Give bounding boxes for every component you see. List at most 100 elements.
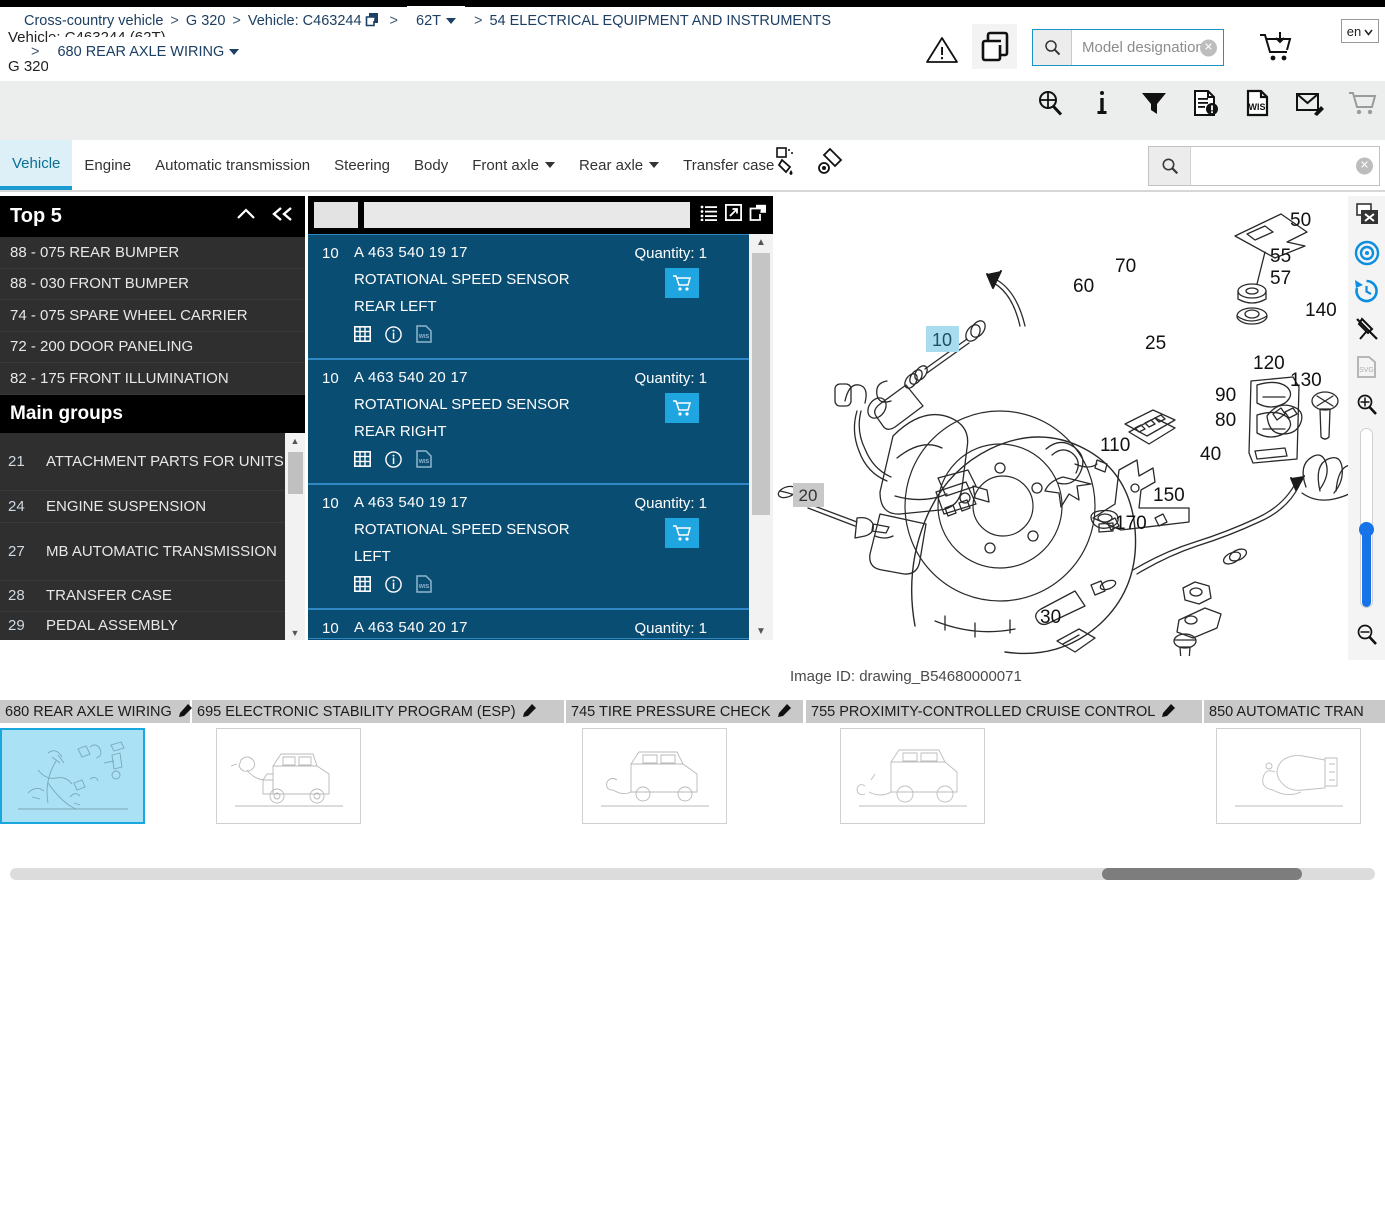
breadcrumb-dropdown-62t[interactable]: 62T [407,6,465,37]
thumbnail-cell-3[interactable]: 755 PROXIMITY-CONTROLLED CRUISE CONTROL [806,700,1202,824]
cart-icon[interactable] [1347,88,1377,118]
parts-row-1[interactable]: 10 A 463 540 20 17 ROTATIONAL SPEED SENS… [308,359,773,484]
language-selector[interactable]: en [1341,19,1379,43]
tab-engine[interactable]: Engine [72,140,143,190]
breadcrumb-item-2[interactable]: Vehicle: C463244 [248,13,362,29]
top5-item-1[interactable]: 88 - 030 FRONT BUMPER [0,269,305,301]
parts-row-3[interactable]: 10 A 463 540 20 17 Quantity: 1 [308,609,773,639]
clear-model-search-icon[interactable]: ✕ [1200,39,1217,56]
main-group-item-21[interactable]: 21ATTACHMENT PARTS FOR UNITS [0,433,305,491]
tool-code-icon[interactable] [816,146,846,183]
main-group-item-27[interactable]: 27MB AUTOMATIC TRANSMISSION [0,523,305,581]
history-undo-icon[interactable] [1350,272,1384,310]
thumbnail-cell-1[interactable]: 695 ELECTRONIC STABILITY PROGRAM (ESP) [192,700,564,824]
breadcrumb-item-4[interactable]: 54 ELECTRICAL EQUIPMENT AND INSTRUMENTS [489,13,831,29]
table-icon[interactable] [354,451,371,472]
info-icon[interactable] [1087,88,1117,118]
unpin-icon[interactable] [1350,310,1384,348]
tab-transfer-case[interactable]: Transfer case [671,140,786,190]
exploded-view-drawing[interactable]: 10 20 25 30 40 50 55 57 60 70 80 90 110 … [775,196,1385,656]
wis-document-icon[interactable]: WIS [416,575,432,598]
scroll-up-arrow-icon[interactable]: ▲ [285,433,305,449]
thumbnail-cell-4[interactable]: 850 AUTOMATIC TRAN [1204,700,1385,824]
parts-row-0[interactable]: 10 A 463 540 19 17 ROTATIONAL SPEED SENS… [308,234,773,359]
breadcrumb-dropdown-group[interactable]: 680 REAR AXLE WIRING [48,37,248,68]
thumbnail-image-2[interactable] [582,728,727,824]
table-icon[interactable] [354,576,371,597]
svg-export-icon[interactable]: SVG [1350,348,1384,386]
thumbnail-label-1[interactable]: 695 ELECTRONIC STABILITY PROGRAM (ESP) [192,700,564,723]
breadcrumb-item-1[interactable]: G 320 [186,13,226,29]
list-view-icon[interactable] [700,205,718,226]
tab-front-axle[interactable]: Front axle [460,140,567,190]
top5-item-2[interactable]: 74 - 075 SPARE WHEEL CARRIER [0,300,305,332]
paint-code-icon[interactable] [772,146,802,183]
document-alert-icon[interactable] [1191,88,1221,118]
zoom-out-icon[interactable] [1350,616,1384,654]
target-focus-icon[interactable] [1350,234,1384,272]
top5-item-3[interactable]: 72 - 200 DOOR PANELING [0,332,305,364]
thumbnail-label-0[interactable]: 680 REAR AXLE WIRING [0,700,190,723]
scrollbar-thumb[interactable] [1102,868,1302,880]
parts-search[interactable]: ✕ [1148,146,1380,186]
tab-automatic-transmission[interactable]: Automatic transmission [143,140,322,190]
info-circle-icon[interactable] [385,326,402,348]
chevron-double-left-icon[interactable] [271,205,295,228]
row-add-to-cart-icon[interactable] [665,518,699,548]
scroll-up-arrow-icon[interactable]: ▲ [749,234,773,251]
tab-steering[interactable]: Steering [322,140,402,190]
top5-item-0[interactable]: 88 - 075 REAR BUMPER [0,237,305,269]
row-add-to-cart-icon[interactable] [665,268,699,298]
thumbnail-cell-2[interactable]: 745 TIRE PRESSURE CHECK [566,700,803,824]
main-group-item-29[interactable]: 29PEDAL ASSEMBLY [0,612,305,641]
scrollbar-thumb[interactable] [752,253,770,515]
edit-pencil-icon[interactable] [178,702,193,721]
filter-icon[interactable] [1139,88,1169,118]
close-image-icon[interactable] [1350,196,1384,234]
tab-vehicle[interactable]: Vehicle [0,140,72,190]
thumbnail-image-0[interactable] [0,728,145,824]
parts-filter-field[interactable] [364,202,690,228]
search-icon[interactable] [1149,147,1191,185]
search-icon[interactable] [1033,30,1072,65]
zoom-slider-knob[interactable] [1359,522,1374,537]
wis-document-icon[interactable]: WIS [416,450,432,473]
scrollbar-thumb[interactable] [288,452,303,494]
main-group-item-28[interactable]: 28TRANSFER CASE [0,581,305,612]
copy-icon[interactable] [365,11,380,36]
info-circle-icon[interactable] [385,576,402,598]
thumbnail-image-4[interactable] [1216,728,1361,824]
thumbnail-cell-0[interactable]: 680 REAR AXLE WIRING [0,700,190,824]
expand-icon[interactable] [725,204,742,226]
info-circle-icon[interactable] [385,451,402,473]
add-to-cart-icon[interactable] [1258,30,1294,64]
edit-pencil-icon[interactable] [522,702,537,721]
edit-pencil-icon[interactable] [1161,702,1176,721]
drawing-canvas[interactable]: 10 20 25 30 40 50 55 57 60 70 80 90 110 … [775,196,1385,656]
thumbnail-label-4[interactable]: 850 AUTOMATIC TRAN [1204,700,1385,723]
thumbnail-image-1[interactable] [216,728,361,824]
tab-rear-axle[interactable]: Rear axle [567,140,671,190]
scroll-down-arrow-icon[interactable]: ▼ [285,625,305,641]
copy-icon[interactable] [749,204,767,226]
parts-filter-index-field[interactable] [314,202,358,228]
parts-list-scrollbar[interactable]: ▲ ▼ [749,234,773,640]
parts-row-2[interactable]: 10 A 463 540 19 17 ROTATIONAL SPEED SENS… [308,484,773,609]
tab-body[interactable]: Body [402,140,460,190]
model-search-input[interactable]: Model designation [1072,39,1204,56]
wis-document-icon[interactable]: WIS [416,325,432,348]
clear-parts-search-icon[interactable]: ✕ [1356,158,1373,175]
main-group-item-24[interactable]: 24ENGINE SUSPENSION [0,491,305,523]
thumbnail-label-3[interactable]: 755 PROXIMITY-CONTROLLED CRUISE CONTROL [806,700,1202,723]
parts-search-input[interactable] [1191,147,1379,185]
mail-edit-icon[interactable] [1295,88,1325,118]
model-designation-search[interactable]: Model designation ✕ [1032,29,1224,66]
top5-item-4[interactable]: 82 - 175 FRONT ILLUMINATION [0,363,305,395]
thumbnail-label-2[interactable]: 745 TIRE PRESSURE CHECK [566,700,803,723]
zoom-slider[interactable] [1360,428,1373,608]
thumbnail-strip-scrollbar[interactable] [10,868,1375,880]
chevron-up-icon[interactable] [235,205,257,228]
zoom-in-icon[interactable] [1350,386,1384,424]
wis-document-icon[interactable]: WIS [1243,88,1273,118]
scroll-down-arrow-icon[interactable]: ▼ [749,623,773,640]
